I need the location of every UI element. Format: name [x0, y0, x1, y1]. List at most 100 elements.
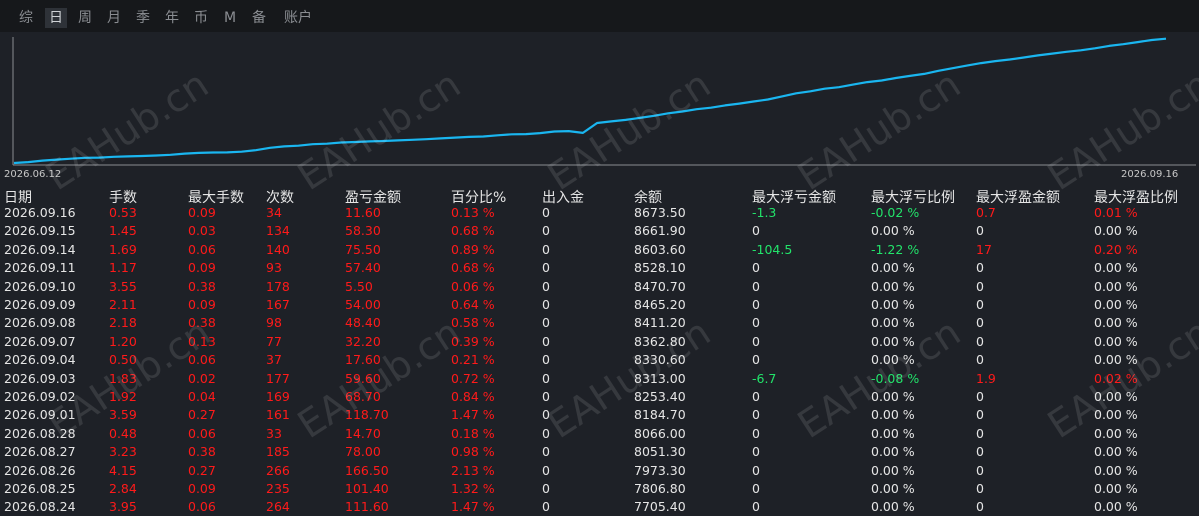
table-row[interactable]: 2026.08.24 3.95 0.06 264 111.60 1.47 % 0 7705.4…: [0, 498, 1199, 516]
lots-cell: 1.92: [109, 389, 137, 404]
lots-cell: 3.95: [109, 499, 137, 515]
date-cell: 2026.09.09: [4, 297, 76, 312]
tab-overview[interactable]: 综: [15, 8, 37, 28]
table-row[interactable]: 2026.09.08 2.18 0.38 98 48.40 0.58 % 0 8411.20 0…: [0, 314, 1199, 332]
max-float-profit-cell: 0: [976, 389, 984, 404]
max-lots-cell: 0.02: [188, 370, 216, 386]
date-cell: 2026.08.24: [4, 499, 76, 515]
table-row[interactable]: 2026.08.25 2.84 0.09 235 101.40 1.32 % 0 7806.8…: [0, 480, 1199, 498]
pnl-cell: 17.60: [345, 352, 381, 368]
max-float-loss-pct-cell: 0.00 %: [871, 481, 915, 496]
tab-quarterly[interactable]: 季: [132, 8, 154, 28]
balance-cell: 8313.00: [634, 370, 686, 386]
percent-cell: 0.39 %: [451, 333, 495, 349]
table-row[interactable]: 2026.09.14 1.69 0.06 140 75.50 0.89 % 0 8603.60…: [0, 241, 1199, 259]
max-float-loss-cell: 0: [752, 352, 760, 368]
lots-cell: 2.84: [109, 481, 137, 496]
count-cell: 264: [266, 499, 290, 515]
max-float-loss-cell: -1.3: [752, 205, 777, 220]
date-cell: 2026.09.15: [4, 223, 76, 239]
date-cell: 2026.08.28: [4, 425, 76, 441]
lots-cell: 2.11: [109, 297, 137, 312]
max-lots-cell: 0.09: [188, 481, 216, 496]
max-lots-cell: 0.06: [188, 352, 216, 368]
percent-cell: 0.58 %: [451, 315, 495, 331]
table-row[interactable]: 2026.08.28 0.48 0.06 33 14.70 0.18 % 0 8066.00 0…: [0, 425, 1199, 443]
max-lots-cell: 0.06: [188, 425, 216, 441]
max-float-profit-pct-cell: 0.00 %: [1094, 297, 1138, 312]
lots-cell: 3.23: [109, 444, 137, 460]
max-float-loss-cell: 0: [752, 499, 760, 515]
pnl-cell: 75.50: [345, 241, 381, 257]
pnl-cell: 118.70: [345, 407, 389, 423]
deposit-withdraw-cell: 0: [542, 444, 550, 460]
date-cell: 2026.09.03: [4, 370, 76, 386]
tab-account[interactable]: 账户: [280, 8, 316, 28]
table-row[interactable]: 2026.09.01 3.59 0.27 161 118.70 1.47 % 0 8184.7…: [0, 406, 1199, 424]
table-row[interactable]: 2026.08.26 4.15 0.27 266 166.50 2.13 % 0 7973.3…: [0, 462, 1199, 480]
balance-cell: 8470.70: [634, 278, 686, 294]
max-float-loss-pct-cell: 0.00 %: [871, 278, 915, 294]
count-cell: 134: [266, 223, 290, 239]
deposit-withdraw-cell: 0: [542, 333, 550, 349]
tab-daily[interactable]: 日: [45, 8, 67, 28]
tab-notes[interactable]: 备: [248, 8, 270, 28]
lots-cell: 1.17: [109, 260, 137, 276]
max-float-profit-cell: 0: [976, 260, 984, 276]
table-row[interactable]: 2026.09.16 0.53 0.09 34 11.60 0.13 % 0 8673.50 -…: [0, 204, 1199, 222]
tab-monthly[interactable]: 月: [103, 8, 125, 28]
period-tab-bar: 综 日 周 月 季 年 币 M 备 账户: [0, 0, 1199, 32]
date-cell: 2026.08.25: [4, 481, 76, 496]
table-row[interactable]: 2026.09.07 1.20 0.13 77 32.20 0.39 % 0 8362.80 0…: [0, 333, 1199, 351]
date-cell: 2026.08.27: [4, 444, 76, 460]
date-cell: 2026.09.14: [4, 241, 76, 257]
max-float-profit-pct-cell: 0.00 %: [1094, 462, 1138, 478]
max-float-profit-cell: 17: [976, 241, 992, 257]
table-row[interactable]: 2026.09.04 0.50 0.06 37 17.60 0.21 % 0 8330.60 0…: [0, 351, 1199, 369]
balance-line: [13, 37, 1167, 165]
percent-cell: 0.18 %: [451, 425, 495, 441]
balance-cell: 8051.30: [634, 444, 686, 460]
table-row[interactable]: 2026.08.27 3.23 0.38 185 78.00 0.98 % 0 8051.30…: [0, 443, 1199, 461]
balance-cell: 7806.80: [634, 481, 686, 496]
tab-m[interactable]: M: [219, 8, 241, 28]
count-cell: 185: [266, 444, 290, 460]
pnl-cell: 101.40: [345, 481, 389, 496]
table-row[interactable]: 2026.09.11 1.17 0.09 93 57.40 0.68 % 0 8528.10 0…: [0, 259, 1199, 277]
balance-cell: 8362.80: [634, 333, 686, 349]
pnl-cell: 111.60: [345, 499, 389, 515]
deposit-withdraw-cell: 0: [542, 499, 550, 515]
max-lots-cell: 0.06: [188, 499, 216, 515]
count-cell: 169: [266, 389, 290, 404]
tab-currency[interactable]: 币: [190, 8, 212, 28]
balance-chart-svg: 2026.06.12 2026.09.16: [4, 37, 1196, 180]
max-float-profit-pct-cell: 0.00 %: [1094, 260, 1138, 276]
max-float-loss-pct-cell: -0.08 %: [871, 370, 920, 386]
deposit-withdraw-cell: 0: [542, 205, 550, 220]
table-row[interactable]: 2026.09.15 1.45 0.03 134 58.30 0.68 % 0 8661.90…: [0, 222, 1199, 240]
max-float-loss-pct-cell: 0.00 %: [871, 444, 915, 460]
max-float-profit-pct-cell: 0.00 %: [1094, 352, 1138, 368]
count-cell: 167: [266, 297, 290, 312]
balance-cell: 8411.20: [634, 315, 686, 331]
max-lots-cell: 0.03: [188, 223, 216, 239]
tab-weekly[interactable]: 周: [74, 8, 96, 28]
count-cell: 177: [266, 370, 290, 386]
percent-cell: 0.13 %: [451, 205, 495, 220]
max-lots-cell: 0.38: [188, 315, 216, 331]
lots-cell: 0.48: [109, 425, 137, 441]
table-row[interactable]: 2026.09.10 3.55 0.38 178 5.50 0.06 % 0 8470.70 0…: [0, 278, 1199, 296]
max-float-loss-pct-cell: 0.00 %: [871, 352, 915, 368]
table-row[interactable]: 2026.09.02 1.92 0.04 169 68.70 0.84 % 0 8253.40…: [0, 388, 1199, 406]
tab-yearly[interactable]: 年: [161, 8, 183, 28]
count-cell: 77: [266, 333, 282, 349]
max-float-loss-cell: 0: [752, 389, 760, 404]
count-cell: 37: [266, 352, 282, 368]
table-row[interactable]: 2026.09.09 2.11 0.09 167 54.00 0.64 % 0 8465.20…: [0, 296, 1199, 314]
max-float-profit-pct-cell: 0.00 %: [1094, 278, 1138, 294]
deposit-withdraw-cell: 0: [542, 407, 550, 423]
lots-cell: 2.18: [109, 315, 137, 331]
table-row[interactable]: 2026.09.03 1.83 0.02 177 59.60 0.72 % 0 8313.00…: [0, 370, 1199, 388]
pnl-cell: 68.70: [345, 389, 381, 404]
deposit-withdraw-cell: 0: [542, 481, 550, 496]
